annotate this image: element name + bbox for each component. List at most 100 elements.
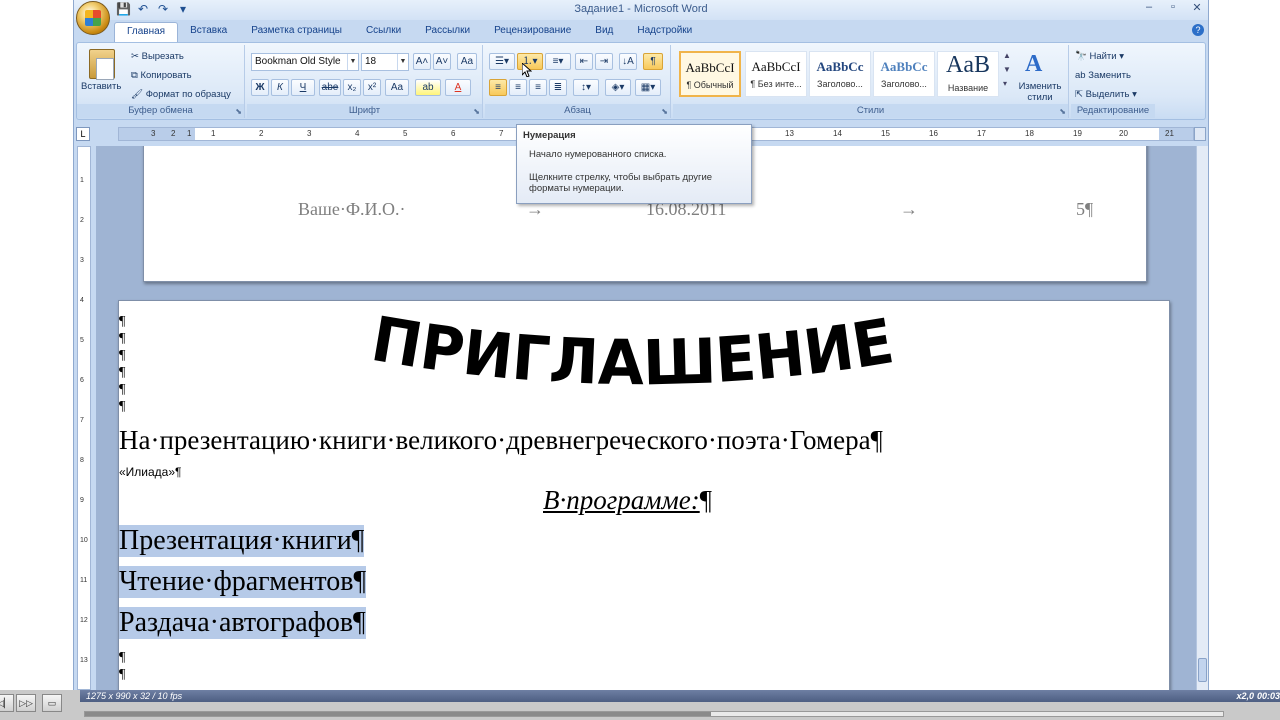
wordart-title[interactable]: ПРИГЛАШЕНИЕ	[359, 309, 919, 419]
tab-view[interactable]: Вид	[583, 22, 625, 42]
vertical-ruler[interactable]: 1 2 3 4 5 6 7 8 9 10 11 12 13	[77, 146, 91, 690]
paste-button[interactable]: Вставить	[81, 81, 121, 92]
ruler-tick: 10	[80, 537, 88, 544]
font-launcher-icon[interactable]: ⬊	[473, 107, 480, 116]
paragraph-launcher-icon[interactable]: ⬊	[661, 107, 668, 116]
align-right-button[interactable]: ≡	[529, 79, 547, 96]
format-painter-button[interactable]: 🖌 Формат по образцу	[131, 89, 231, 100]
tab-page-layout[interactable]: Разметка страницы	[239, 22, 354, 42]
multilevel-list-button[interactable]: ≡▾	[545, 53, 571, 70]
align-left-button[interactable]: ≡	[489, 79, 507, 96]
tab-selector-icon[interactable]: L	[76, 127, 90, 141]
align-center-button[interactable]: ≡	[509, 79, 527, 96]
ruler-tick: 2	[171, 129, 176, 138]
ruler-tick: 15	[881, 129, 890, 138]
paste-icon[interactable]	[89, 49, 115, 80]
font-name-combo[interactable]: Bookman Old Style ▼	[251, 53, 359, 71]
shrink-font-button[interactable]: A˅	[433, 53, 451, 70]
tab-addins[interactable]: Надстройки	[625, 22, 704, 42]
ruler-tick: 13	[80, 657, 88, 664]
superscript-button[interactable]: x²	[363, 79, 381, 96]
highlight-button[interactable]: ab	[415, 79, 441, 96]
find-button[interactable]: 🔭 Найти ▾	[1075, 51, 1124, 62]
borders-button[interactable]: ▦▾	[635, 79, 661, 96]
copy-button[interactable]: ⧉ Копировать	[131, 70, 192, 81]
font-group-label: Шрифт	[247, 104, 482, 118]
cursor-icon: ⇱	[1075, 89, 1086, 100]
binoculars-icon: 🔭	[1075, 51, 1090, 62]
page-current[interactable]: ¶ ¶ ¶ ¶ ¶ ¶ ПРИГЛАШЕНИЕ На·презентацию·к…	[118, 300, 1170, 690]
line-spacing-button[interactable]: ↕▾	[573, 79, 599, 96]
paragraph-mark: ¶	[119, 382, 126, 397]
style-heading-1[interactable]: AaBbCc Заголово...	[809, 51, 871, 97]
tab-references[interactable]: Ссылки	[354, 22, 413, 42]
list-item[interactable]: Раздача·автографов¶	[119, 607, 366, 639]
sort-button[interactable]: ↓A	[619, 53, 637, 70]
multilevel-list-icon: ≡▾	[552, 56, 564, 67]
bullets-button[interactable]: ☰▾	[489, 53, 515, 70]
show-formatting-button[interactable]: ¶	[643, 53, 663, 70]
ruler-tick: 8	[80, 457, 84, 464]
style-normal[interactable]: AaBbCcI ¶ Обычный	[679, 51, 741, 97]
title-bar: 💾 ↶ ↷ ▾ Задание1 - Microsoft Word – ▫ ✕	[74, 0, 1208, 20]
view-ruler-toggle[interactable]	[1194, 127, 1206, 141]
bold-button[interactable]: Ж	[251, 79, 269, 96]
ribbon-tabs: Главная Вставка Разметка страницы Ссылки…	[114, 22, 704, 42]
decrease-indent-button[interactable]: ⇤	[575, 53, 593, 70]
indent-icon: ⇥	[599, 56, 609, 67]
close-button[interactable]: ✕	[1190, 1, 1204, 14]
document-area[interactable]: Ваше·Ф.И.О.· → 16.08.2011 → 5¶ ¶ ¶ ¶ ¶ ¶…	[96, 146, 1196, 690]
left-margin-area	[119, 128, 195, 140]
clipboard-launcher-icon[interactable]: ⬊	[235, 107, 242, 116]
help-icon[interactable]: ?	[1192, 24, 1204, 36]
scrollbar-thumb[interactable]	[1198, 658, 1207, 682]
player-time: 00:03	[1256, 691, 1280, 701]
font-color-button[interactable]: A	[445, 79, 471, 96]
outdent-icon: ⇤	[579, 56, 589, 67]
paint-bucket-icon: ◈▾	[611, 82, 625, 93]
next-button[interactable]: ▷▷	[16, 694, 36, 712]
grow-font-button[interactable]: A˄	[413, 53, 431, 70]
style-title[interactable]: AaB Название	[937, 51, 999, 97]
style-no-spacing[interactable]: AaBbCcI ¶ Без инте...	[745, 51, 807, 97]
vertical-scrollbar[interactable]	[1196, 146, 1208, 690]
minimize-button[interactable]: –	[1142, 1, 1156, 14]
tab-home[interactable]: Главная	[114, 22, 179, 42]
styles-launcher-icon[interactable]: ⬊	[1059, 107, 1066, 116]
select-button[interactable]: ⇱ Выделить ▾	[1075, 89, 1137, 100]
styles-scroll-icon[interactable]: ▲ ▼ ▾	[1003, 49, 1011, 91]
cut-button[interactable]: ✂ Вырезать	[131, 51, 184, 62]
ruler-tick: 2	[259, 129, 264, 138]
tooltip-hint-cont: форматы нумерации.	[529, 183, 624, 194]
tab-mailings[interactable]: Рассылки	[413, 22, 482, 42]
program-heading-line: В·программе:¶	[543, 485, 712, 516]
paragraph-mark: ¶	[119, 365, 126, 380]
screen-button[interactable]: ▭	[42, 694, 62, 712]
change-case-button[interactable]: Aa	[385, 79, 409, 96]
sort-icon: ↓A	[622, 56, 634, 67]
office-button[interactable]	[76, 1, 110, 35]
replace-button[interactable]: ab Заменить	[1075, 70, 1131, 81]
increase-indent-button[interactable]: ⇥	[595, 53, 613, 70]
underline-button[interactable]: Ч	[291, 79, 315, 96]
list-item[interactable]: Чтение·фрагментов¶	[119, 566, 367, 598]
change-styles-button[interactable]: Изменить стили	[1015, 81, 1065, 103]
ruler-tick: 1	[80, 177, 84, 184]
clear-format-button[interactable]: Aa	[457, 53, 477, 70]
strikethrough-button[interactable]: abe	[319, 79, 341, 96]
shading-button[interactable]: ◈▾	[605, 79, 631, 96]
list-item[interactable]: Презентация·книги¶	[119, 525, 365, 557]
tab-review[interactable]: Рецензирование	[482, 22, 583, 42]
subscript-button[interactable]: x₂	[343, 79, 361, 96]
wordart-text: ПРИГЛАШЕНИЕ	[367, 309, 899, 399]
style-heading-2[interactable]: AaBbCc Заголово...	[873, 51, 935, 97]
player-speed: x2,0	[1236, 691, 1254, 701]
tab-insert[interactable]: Вставка	[178, 22, 239, 42]
align-left-icon: ≡	[495, 82, 501, 93]
prev-button[interactable]: ◁▏	[0, 694, 14, 712]
italic-button[interactable]: К	[271, 79, 289, 96]
playback-timeline[interactable]	[84, 711, 1224, 717]
font-size-combo[interactable]: 18 ▼	[361, 53, 409, 71]
justify-button[interactable]: ≣	[549, 79, 567, 96]
maximize-button[interactable]: ▫	[1166, 1, 1180, 14]
